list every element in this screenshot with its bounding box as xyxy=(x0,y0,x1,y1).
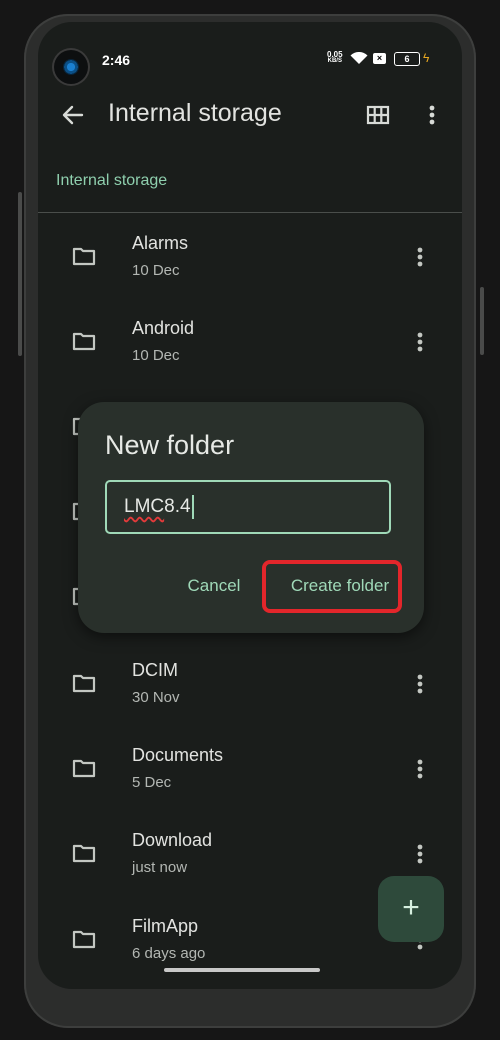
charging-icon: ϟ xyxy=(423,51,430,65)
app-bar: Internal storage xyxy=(38,90,462,140)
grid-view-icon[interactable] xyxy=(364,101,392,129)
folder-name: FilmApp xyxy=(132,916,199,936)
folder-name: Documents xyxy=(132,745,224,765)
list-item[interactable]: Android 10 Dec xyxy=(38,299,462,384)
add-fab-button[interactable]: + xyxy=(378,876,444,942)
volume-button xyxy=(480,287,484,355)
dialog-title: New folder xyxy=(105,430,235,460)
folder-date: 10 Dec xyxy=(132,347,180,364)
battery-icon: 6 xyxy=(394,52,420,66)
divider xyxy=(38,212,462,213)
wifi-icon xyxy=(350,52,368,64)
more-options-icon[interactable] xyxy=(410,671,430,697)
folder-name: DCIM xyxy=(132,660,178,680)
list-item[interactable]: Alarms 10 Dec xyxy=(38,214,462,299)
folder-icon xyxy=(72,247,96,266)
list-item[interactable]: Documents 5 Dec xyxy=(38,726,462,811)
more-options-icon[interactable] xyxy=(410,841,430,867)
folder-date: 6 days ago xyxy=(132,945,206,962)
folder-icon xyxy=(72,332,96,351)
network-speed-value: 0.05 xyxy=(327,50,343,59)
screen: 2:46 0.05 KB/S × 6 ϟ Internal storage In… xyxy=(38,22,462,989)
more-options-icon[interactable] xyxy=(410,329,430,355)
front-camera xyxy=(54,50,88,84)
power-button xyxy=(18,192,22,356)
more-options-icon[interactable] xyxy=(422,101,442,129)
folder-icon xyxy=(72,759,96,778)
text-cursor xyxy=(191,494,194,519)
folder-date: 5 Dec xyxy=(132,774,172,791)
more-options-icon[interactable] xyxy=(410,756,430,782)
more-options-icon[interactable] xyxy=(410,244,430,270)
page-title: Internal storage xyxy=(108,99,282,127)
battery-level: 6 xyxy=(404,54,410,64)
folder-date: 30 Nov xyxy=(132,689,180,706)
folder-name: Download xyxy=(132,830,213,850)
plus-icon: + xyxy=(402,891,420,924)
breadcrumb[interactable]: Internal storage xyxy=(56,172,167,190)
new-folder-dialog: New folder LMC8.4 Cancel Create folder xyxy=(78,402,424,633)
input-text: 8.4 xyxy=(164,496,191,517)
network-speed-unit: KB/S xyxy=(327,58,342,64)
folder-date: just now xyxy=(132,859,188,876)
gesture-bar[interactable] xyxy=(164,968,320,972)
network-speed: 0.05 KB/S xyxy=(327,51,343,65)
misspelled-word: LMC xyxy=(124,496,165,517)
folder-name: Android xyxy=(132,318,195,338)
cancel-button[interactable]: Cancel xyxy=(174,566,254,606)
status-time: 2:46 xyxy=(102,52,131,68)
folder-name-input[interactable]: LMC8.4 xyxy=(105,480,391,534)
back-arrow-icon[interactable] xyxy=(56,98,90,132)
highlight-box xyxy=(262,560,402,613)
folder-icon xyxy=(72,930,96,949)
folder-name: Alarms xyxy=(132,233,189,253)
list-item[interactable]: DCIM 30 Nov xyxy=(38,641,462,726)
folder-date: 10 Dec xyxy=(132,262,180,279)
notification-icon: × xyxy=(373,53,386,64)
folder-icon xyxy=(72,844,96,863)
status-bar: 2:46 0.05 KB/S × 6 ϟ xyxy=(38,22,462,84)
folder-icon xyxy=(72,674,96,693)
